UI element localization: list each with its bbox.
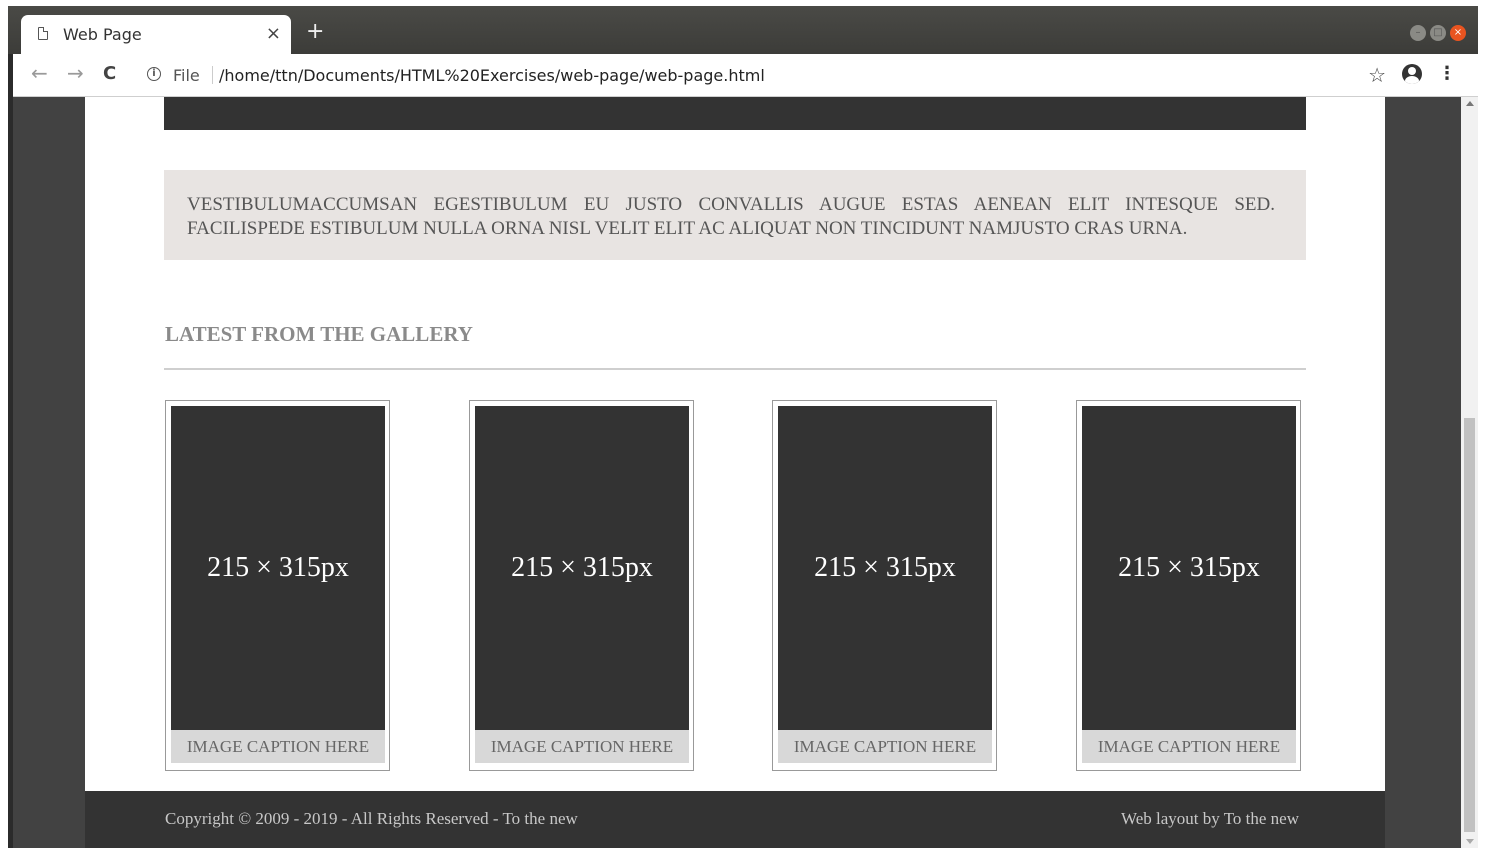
forward-arrow-icon[interactable]: → xyxy=(67,62,84,84)
account-icon[interactable] xyxy=(1402,64,1422,84)
intro-text: VESTIBULUMACCUMSAN EGESTIBULUM EU JUSTO … xyxy=(187,194,1275,239)
address-divider xyxy=(212,66,213,84)
scroll-down-arrow-icon[interactable] xyxy=(1466,839,1474,844)
gallery-image-placeholder[interactable]: 215 × 315px xyxy=(778,406,992,730)
window-close-icon[interactable]: × xyxy=(1450,25,1466,41)
gallery-image-placeholder[interactable]: 215 × 315px xyxy=(475,406,689,730)
gallery-caption: IMAGE CAPTION HERE xyxy=(778,730,992,763)
plus-icon[interactable]: + xyxy=(306,21,324,43)
page-footer: Copyright © 2009 - 2019 - All Rights Res… xyxy=(85,791,1385,848)
gallery-image-placeholder[interactable]: 215 × 315px xyxy=(171,406,385,730)
gallery-caption: IMAGE CAPTION HERE xyxy=(171,730,385,763)
gallery-divider xyxy=(164,368,1306,370)
menu-icon[interactable]: ⋮ xyxy=(1438,63,1456,84)
gallery-image-placeholder[interactable]: 215 × 315px xyxy=(1082,406,1296,730)
gallery-caption: IMAGE CAPTION HERE xyxy=(475,730,689,763)
close-icon[interactable]: × xyxy=(266,23,281,44)
page-icon xyxy=(38,27,48,40)
footer-copyright: Copyright © 2009 - 2019 - All Rights Res… xyxy=(165,809,578,828)
reload-icon[interactable]: C xyxy=(103,63,116,85)
maximize-icon[interactable]: □ xyxy=(1430,25,1446,41)
info-icon[interactable]: i xyxy=(147,67,161,81)
page-viewport: VESTIBULUMACCUMSAN EGESTIBULUM EU JUSTO … xyxy=(13,97,1461,848)
scheme-label: File xyxy=(173,66,200,85)
tab-strip: Web Page × + – □ × xyxy=(8,6,1478,54)
page-content: VESTIBULUMACCUMSAN EGESTIBULUM EU JUSTO … xyxy=(85,97,1385,791)
tab-web-page[interactable]: Web Page × xyxy=(21,15,291,54)
gallery-card[interactable]: 215 × 315px IMAGE CAPTION HERE xyxy=(1076,400,1301,771)
gallery-card[interactable]: 215 × 315px IMAGE CAPTION HERE xyxy=(772,400,997,771)
address-bar[interactable]: /home/ttn/Documents/HTML%20Exercises/web… xyxy=(219,66,765,85)
header-bar xyxy=(164,97,1306,130)
tab-title: Web Page xyxy=(63,25,142,44)
browser-toolbar: ← → C i File /home/ttn/Documents/HTML%20… xyxy=(13,54,1478,97)
back-arrow-icon[interactable]: ← xyxy=(31,62,48,84)
gallery-caption: IMAGE CAPTION HERE xyxy=(1082,730,1296,763)
scroll-up-arrow-icon[interactable] xyxy=(1466,101,1474,106)
vertical-scrollbar[interactable] xyxy=(1461,97,1478,848)
gallery-heading: LATEST FROM THE GALLERY xyxy=(165,322,473,346)
footer-credit: Web layout by To the new xyxy=(1121,809,1299,828)
browser-window: Web Page × + – □ × ← → C i File /home/tt… xyxy=(8,6,1478,848)
intro-box: VESTIBULUMACCUMSAN EGESTIBULUM EU JUSTO … xyxy=(164,170,1306,260)
gallery-card[interactable]: 215 × 315px IMAGE CAPTION HERE xyxy=(165,400,390,771)
star-icon[interactable]: ☆ xyxy=(1368,63,1386,87)
window-controls: – □ × xyxy=(1410,25,1466,41)
minimize-icon[interactable]: – xyxy=(1410,25,1426,41)
scrollbar-thumb[interactable] xyxy=(1464,418,1475,832)
gallery-card[interactable]: 215 × 315px IMAGE CAPTION HERE xyxy=(469,400,694,771)
